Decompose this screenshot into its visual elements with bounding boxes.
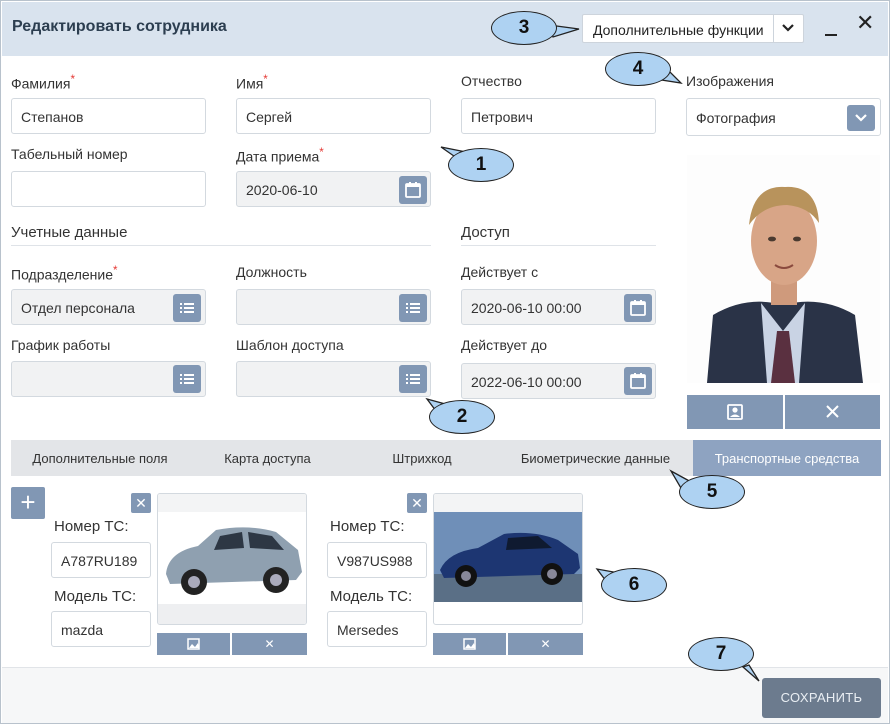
callout-1: 1 — [448, 148, 514, 182]
edit-employee-window: Редактировать сотрудника Дополнительные … — [0, 0, 890, 724]
callout-3: 3 — [491, 11, 557, 45]
callout-7: 7 — [688, 637, 754, 671]
callout-pointers — [425, 24, 760, 682]
callout-6: 6 — [601, 568, 667, 602]
callout-5: 5 — [679, 475, 745, 509]
callout-2: 2 — [429, 400, 495, 434]
callout-4: 4 — [605, 52, 671, 86]
